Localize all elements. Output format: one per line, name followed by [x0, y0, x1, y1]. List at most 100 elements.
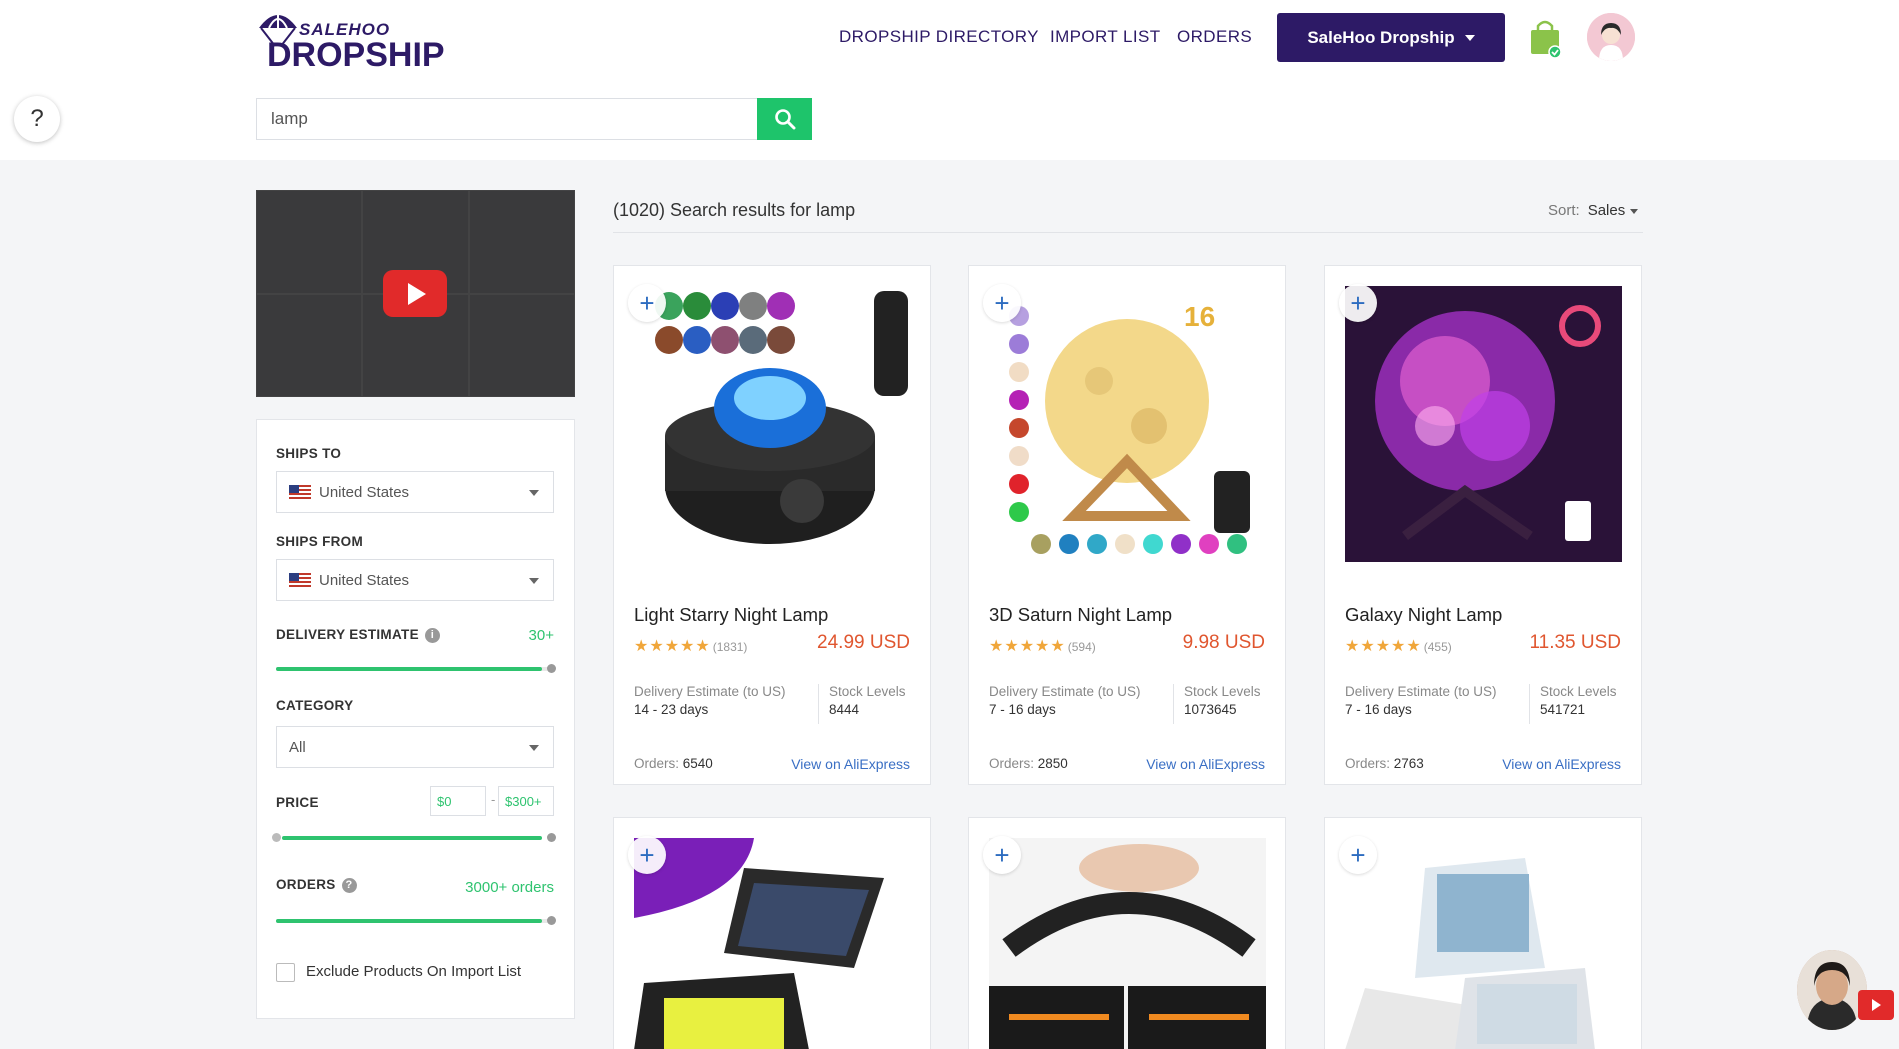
- rating-stars: ★★★★★ (594): [989, 638, 1096, 655]
- user-avatar[interactable]: [1587, 13, 1635, 61]
- tutorial-video[interactable]: [256, 190, 575, 397]
- price-label: PRICE: [276, 795, 319, 810]
- product-image[interactable]: 16: [989, 286, 1266, 562]
- product-title[interactable]: 3D Saturn Night Lamp: [989, 604, 1172, 626]
- delivery-estimate-slider[interactable]: [276, 664, 556, 673]
- filter-panel: SHIPS TO United States SHIPS FROM United…: [256, 419, 575, 1019]
- view-on-aliexpress-link[interactable]: View on AliExpress: [1502, 756, 1621, 772]
- product-price: 9.98 USD: [1182, 632, 1265, 653]
- results-title: (1020) Search results for lamp: [613, 200, 856, 220]
- rating-stars: ★★★★★ (455): [1345, 638, 1452, 655]
- help-circle-icon[interactable]: ?: [341, 877, 357, 893]
- add-to-import-list-icon[interactable]: +: [983, 836, 1021, 874]
- ships-to-label: SHIPS TO: [276, 446, 342, 461]
- product-image[interactable]: [634, 286, 911, 562]
- category-select[interactable]: All: [276, 726, 554, 768]
- orders-slider[interactable]: [276, 916, 556, 925]
- view-on-aliexpress-link[interactable]: View on AliExpress: [1146, 756, 1265, 772]
- price-min-input[interactable]: $0: [430, 786, 486, 816]
- account-dropdown-button[interactable]: SaleHoo Dropship: [1277, 13, 1505, 62]
- chevron-down-icon: [529, 578, 539, 584]
- product-card[interactable]: +: [613, 817, 931, 1049]
- play-icon[interactable]: [383, 270, 447, 317]
- review-count: (455): [1423, 640, 1452, 654]
- ships-from-label: SHIPS FROM: [276, 534, 364, 549]
- sort-value: Sales: [1587, 202, 1626, 219]
- chevron-down-icon: [1630, 208, 1639, 214]
- ships-to-select[interactable]: United States: [276, 471, 554, 513]
- order-count: Orders: 2763: [1345, 756, 1424, 771]
- price-separator: -: [491, 792, 496, 807]
- ships-to-value: United States: [319, 483, 410, 501]
- product-meta: Delivery Estimate (to US) 7 - 16 days Sto…: [989, 684, 1266, 724]
- product-image[interactable]: [634, 838, 911, 1049]
- review-count: (594): [1067, 640, 1096, 654]
- product-price: 24.99 USD: [817, 632, 910, 653]
- us-flag-icon: [289, 573, 311, 587]
- svg-text:16: 16: [1184, 301, 1215, 332]
- order-count: Orders: 6540: [634, 756, 713, 771]
- stock-level: 541721: [1540, 702, 1586, 717]
- category-value: All: [289, 738, 306, 756]
- exclude-import-list-checkbox[interactable]: [276, 963, 295, 982]
- nav-dropship-directory[interactable]: DROPSHIP DIRECTORY: [839, 27, 1039, 47]
- ships-from-value: United States: [319, 571, 410, 589]
- sort-dropdown[interactable]: Sort: Sales: [1548, 202, 1639, 219]
- delivery-estimate-value: 30+: [528, 627, 554, 644]
- add-to-import-list-icon[interactable]: +: [1339, 836, 1377, 874]
- price-max-input[interactable]: $300+: [498, 786, 554, 816]
- search-input[interactable]: [256, 98, 758, 140]
- search-button[interactable]: [757, 98, 812, 140]
- add-to-import-list-icon[interactable]: +: [983, 284, 1021, 322]
- delivery-estimate: 7 - 16 days: [989, 702, 1056, 717]
- search-icon: [774, 109, 795, 130]
- product-card[interactable]: + Light Starry Night Lamp ★★★★★ (1831) 24…: [613, 265, 931, 785]
- stock-level: 8444: [829, 702, 860, 717]
- product-image[interactable]: [1345, 286, 1622, 562]
- product-image[interactable]: [1345, 838, 1622, 1049]
- slider-handle-min[interactable]: [272, 833, 281, 842]
- shopping-bag-icon[interactable]: [1528, 18, 1562, 59]
- delivery-estimate: 14 - 23 days: [634, 702, 709, 717]
- slider-handle-max[interactable]: [547, 833, 556, 842]
- add-to-import-list-icon[interactable]: +: [628, 284, 666, 322]
- review-count: (1831): [712, 640, 748, 654]
- presenter-webcam: [1797, 950, 1867, 1030]
- product-title[interactable]: Galaxy Night Lamp: [1345, 604, 1502, 626]
- divider: [613, 232, 1643, 233]
- category-label: CATEGORY: [276, 698, 354, 713]
- view-on-aliexpress-link[interactable]: View on AliExpress: [791, 756, 910, 772]
- orders-label: ORDERS?: [276, 877, 357, 893]
- chevron-down-icon: [1464, 34, 1475, 41]
- add-to-import-list-icon[interactable]: +: [628, 836, 666, 874]
- help-icon: ?: [30, 105, 44, 132]
- slider-handle[interactable]: [547, 916, 556, 925]
- stock-level: 1073645: [1184, 702, 1237, 717]
- account-button-label: SaleHoo Dropship: [1307, 27, 1455, 47]
- info-icon[interactable]: i: [424, 627, 440, 643]
- slider-handle[interactable]: [547, 664, 556, 673]
- product-image[interactable]: [989, 838, 1266, 1049]
- delivery-estimate-label: DELIVERY ESTIMATE i: [276, 627, 440, 643]
- sort-label: Sort:: [1548, 202, 1580, 219]
- youtube-subscribe-icon[interactable]: [1858, 990, 1894, 1020]
- price-slider[interactable]: [272, 833, 556, 842]
- product-card[interactable]: + Galaxy Night Lamp ★★★★★ (455) 11.35 USD…: [1324, 265, 1642, 785]
- product-price: 11.35 USD: [1529, 632, 1621, 653]
- logo-main-text: DROPSHIP: [267, 36, 445, 74]
- exclude-import-list-label: Exclude Products On Import List: [306, 963, 522, 980]
- product-meta: Delivery Estimate (to US) 7 - 16 days Sto…: [1345, 684, 1622, 724]
- add-to-import-list-icon[interactable]: +: [1339, 284, 1377, 322]
- help-button[interactable]: ?: [14, 96, 60, 142]
- product-meta: Delivery Estimate (to US) 14 - 23 days St…: [634, 684, 911, 724]
- product-title[interactable]: Light Starry Night Lamp: [634, 604, 828, 626]
- nav-import-list[interactable]: IMPORT LIST: [1050, 27, 1161, 47]
- product-card[interactable]: +: [968, 817, 1286, 1049]
- order-count: Orders: 2850: [989, 756, 1068, 771]
- product-card[interactable]: + 16 3D Saturn Night Lamp ★★★★★ (594) 9.9…: [968, 265, 1286, 785]
- orders-value: 3000+ orders: [465, 879, 554, 896]
- ships-from-select[interactable]: United States: [276, 559, 554, 601]
- product-card[interactable]: +: [1324, 817, 1642, 1049]
- salehoo-dropship-logo[interactable]: SALEHOO DROPSHIP: [255, 8, 445, 74]
- nav-orders[interactable]: ORDERS: [1177, 27, 1252, 47]
